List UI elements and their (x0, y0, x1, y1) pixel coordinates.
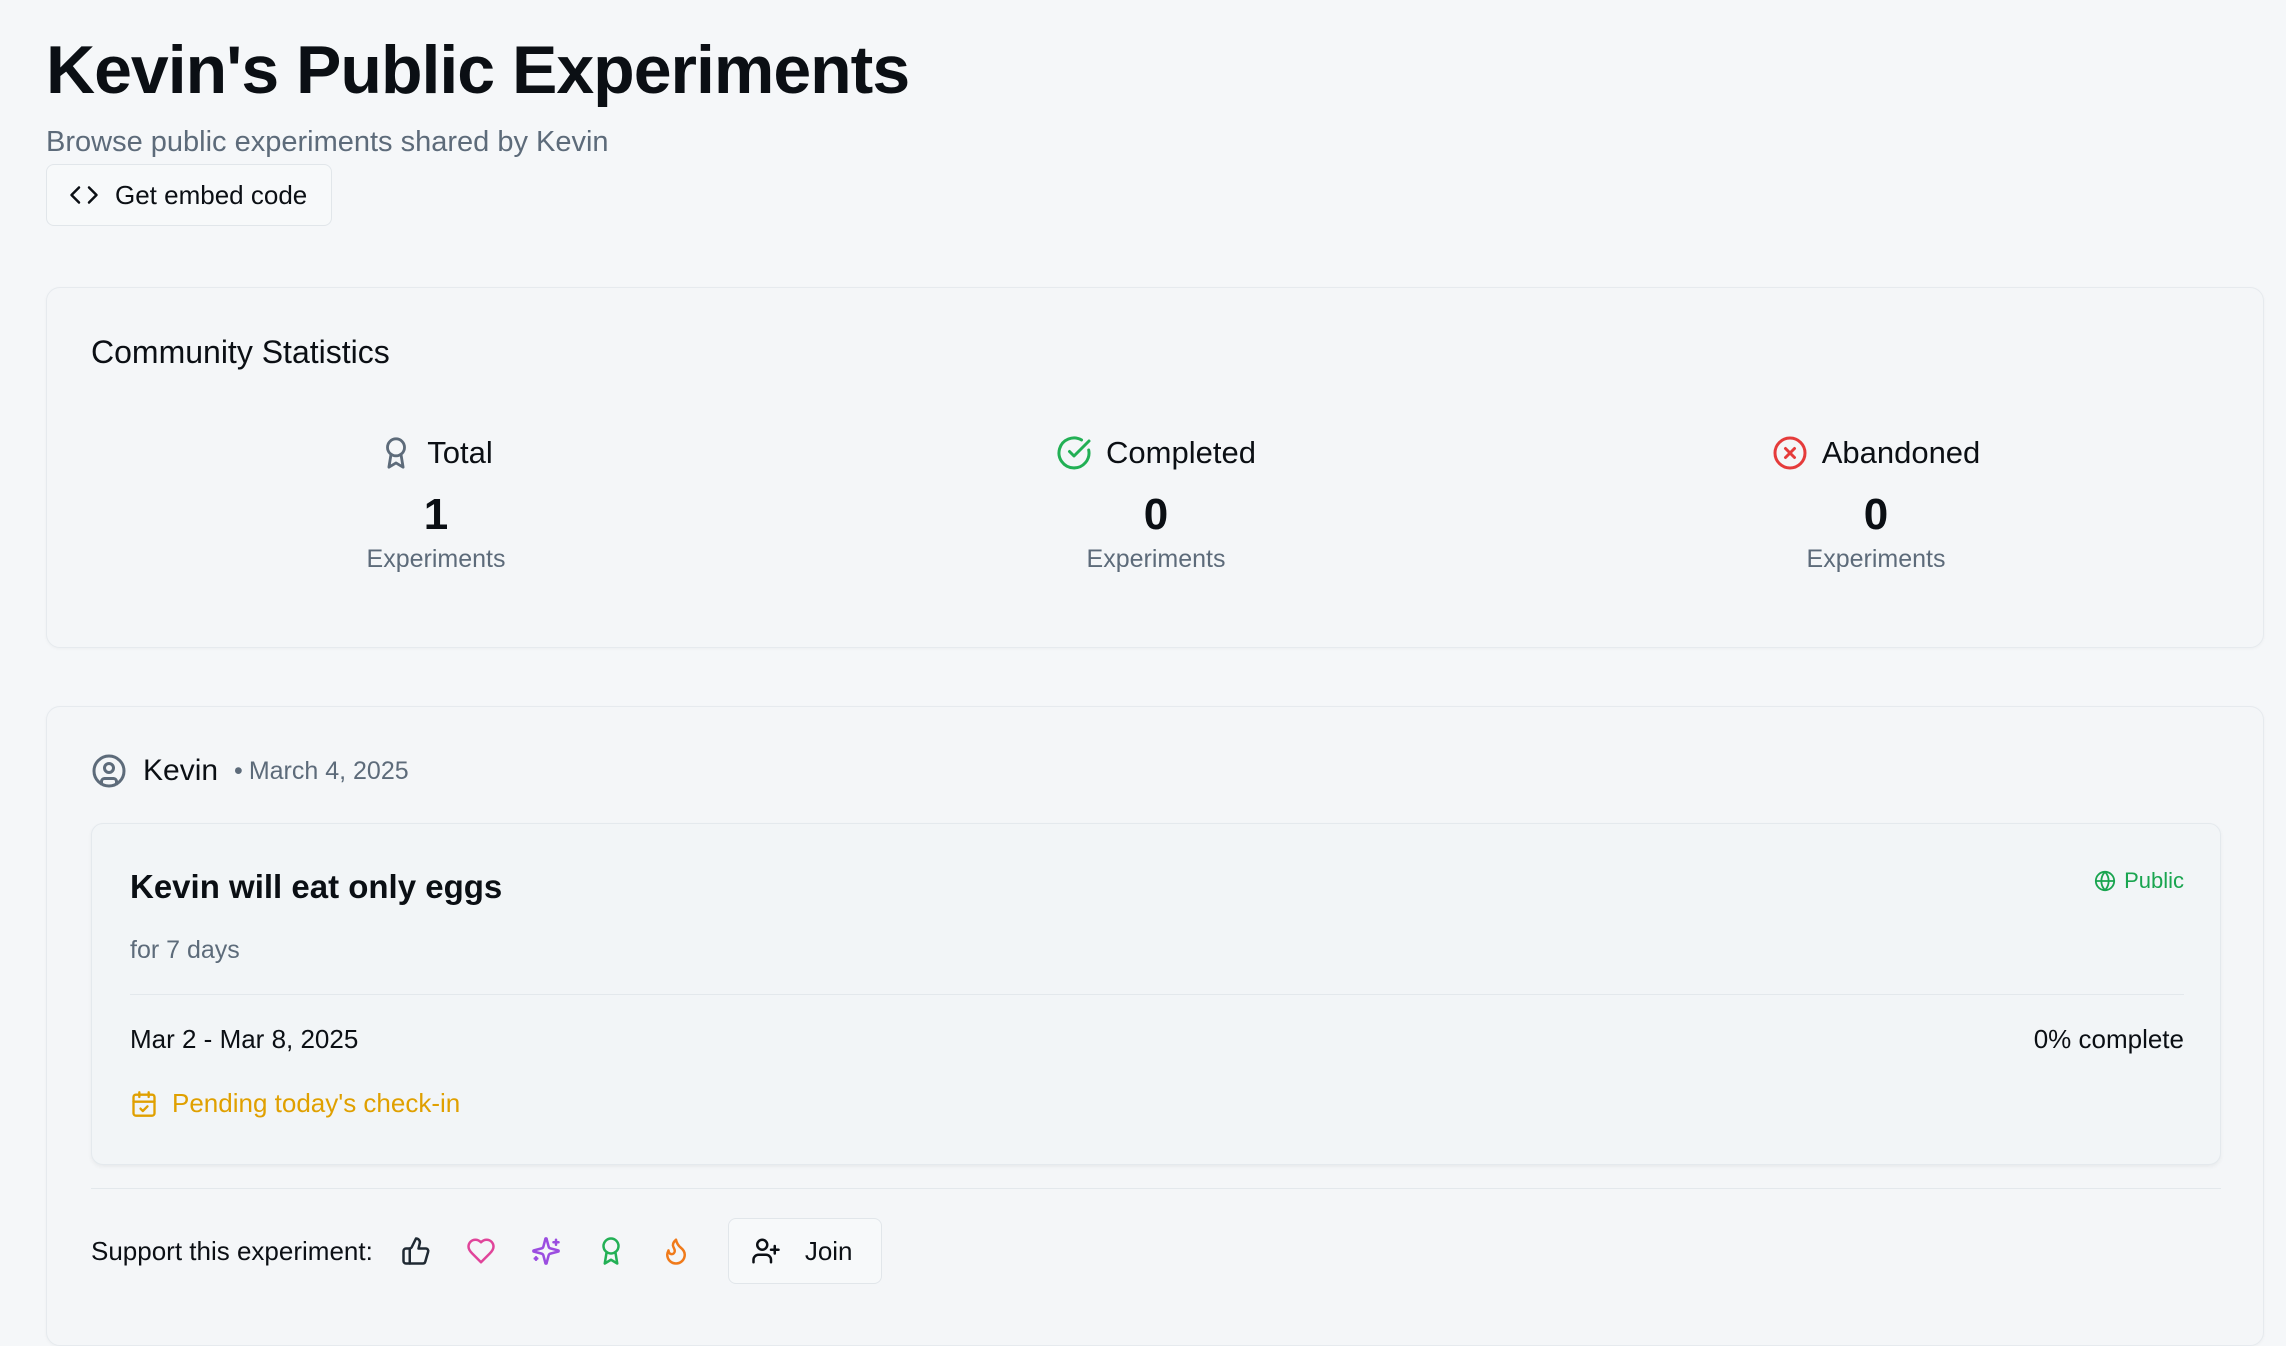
award-button[interactable] (590, 1230, 632, 1272)
divider (91, 1188, 2221, 1189)
get-embed-code-label: Get embed code (115, 179, 308, 210)
experiment-posted-date: March 4, 2025 (248, 756, 409, 785)
user-plus-icon (752, 1238, 780, 1264)
stat-completed-unit: Experiments (1086, 545, 1226, 573)
get-embed-code-button[interactable]: Get embed code (46, 164, 332, 226)
stat-abandoned: Abandoned 0 Experiments (1676, 431, 2076, 574)
experiment-duration: for 7 days (130, 936, 240, 964)
stat-total-value: 1 (423, 490, 449, 539)
author-separator: • (234, 756, 243, 785)
thumbs-up-button[interactable] (395, 1230, 437, 1272)
experiment-card: Kevin • March 4, 2025 Kevin will eat onl… (46, 706, 2264, 1346)
stat-total-unit: Experiments (366, 545, 506, 573)
sparkles-icon (531, 1237, 560, 1265)
author-row: Kevin • March 4, 2025 (91, 753, 409, 789)
checkin-status: Pending today's check-in (130, 1088, 460, 1119)
calendar-check-icon (132, 1090, 156, 1117)
check-circle-icon (1057, 436, 1091, 470)
flame-button[interactable] (655, 1230, 697, 1272)
award-icon (602, 1237, 620, 1265)
stat-completed-value: 0 (1143, 490, 1169, 539)
join-button[interactable]: Join (727, 1218, 882, 1284)
stat-completed-label: Completed (1106, 435, 1256, 470)
stat-total-label: Total (427, 435, 493, 470)
stat-abandoned-value: 0 (1863, 490, 1889, 539)
public-badge-label: Public (2124, 868, 2184, 893)
community-statistics-title: Community Statistics (91, 334, 390, 370)
user-circle-icon (92, 754, 126, 788)
divider (130, 994, 2184, 995)
sparkles-button[interactable] (525, 1230, 567, 1272)
experiment-title: Kevin will eat only eggs (130, 868, 503, 905)
page-title: Kevin's Public Experiments (46, 32, 910, 108)
checkin-status-label: Pending today's check-in (172, 1088, 461, 1118)
support-row: Support this experiment: Join (91, 1218, 882, 1284)
code-icon (70, 186, 98, 204)
experiment-date-range: Mar 2 - Mar 8, 2025 (130, 1024, 359, 1054)
stat-completed: Completed 0 Experiments (956, 431, 1356, 574)
heart-button[interactable] (460, 1230, 502, 1272)
author-name[interactable]: Kevin (143, 754, 218, 788)
globe-icon (2094, 870, 2116, 892)
experiment-progress: 0% complete (2033, 1024, 2184, 1054)
thumbs-up-icon (402, 1237, 430, 1265)
experiment-details[interactable]: Kevin will eat only eggs for 7 days Publ… (91, 823, 2221, 1165)
flame-icon (665, 1238, 686, 1265)
heart-icon (467, 1238, 495, 1264)
public-badge: Public (2094, 868, 2184, 894)
community-statistics-card: Community Statistics Total 1 Experiments… (46, 287, 2264, 648)
stat-abandoned-unit: Experiments (1806, 545, 1946, 573)
stat-abandoned-label: Abandoned (1821, 435, 1981, 470)
support-label: Support this experiment: (91, 1235, 373, 1266)
join-button-label: Join (804, 1235, 853, 1266)
stat-total: Total 1 Experiments (236, 431, 636, 574)
award-icon (386, 437, 407, 469)
x-circle-icon (1773, 436, 1807, 470)
page-subtitle: Browse public experiments shared by Kevi… (46, 126, 609, 158)
